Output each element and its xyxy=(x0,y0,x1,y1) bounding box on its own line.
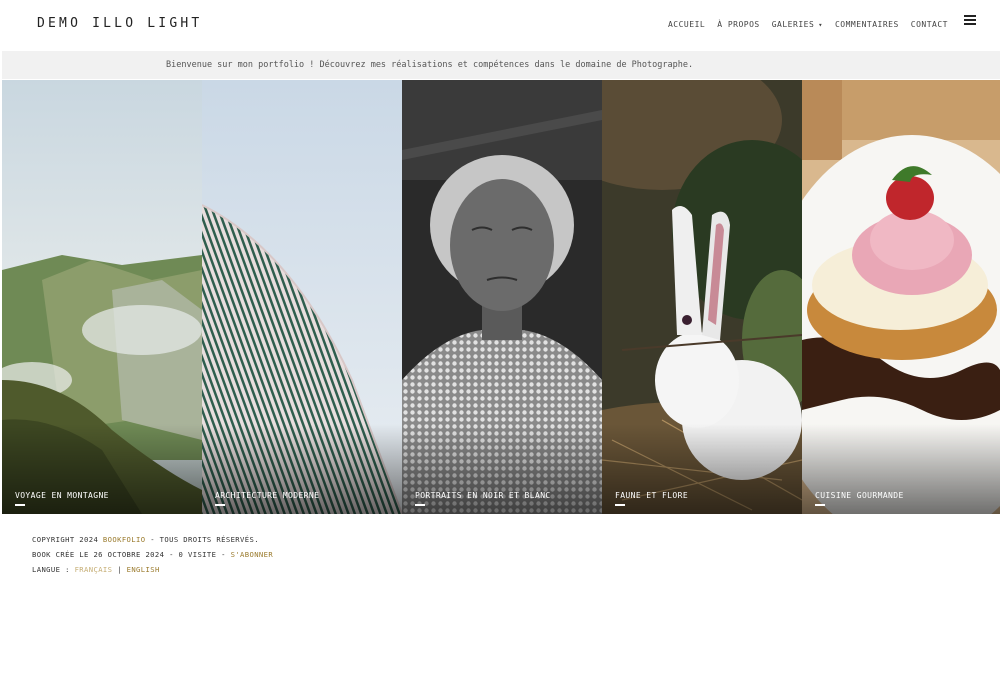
gallery-title: PORTRAITS EN NOIR ET BLANC xyxy=(415,491,551,500)
copyright-prefix: COPYRIGHT 2024 xyxy=(32,535,99,544)
welcome-banner: Bienvenue sur mon portfolio ! Découvrez … xyxy=(2,51,1000,79)
language-french-link[interactable]: FRANÇAIS xyxy=(75,565,113,574)
gallery-title: CUISINE GOURMANDE xyxy=(815,491,904,500)
gallery-panel-mountain[interactable]: VOYAGE EN MONTAGNE xyxy=(2,80,202,514)
nav-about[interactable]: À PROPOS xyxy=(717,20,760,29)
language-english-link[interactable]: ENGLISH xyxy=(127,565,160,574)
gallery-panel-architecture[interactable]: ARCHITECTURE MODERNE xyxy=(202,80,402,514)
gallery-panel-portrait[interactable]: PORTRAITS EN NOIR ET BLANC xyxy=(402,80,602,514)
copyright-line: COPYRIGHT 2024 BOOKFOLIO - TOUS DROITS R… xyxy=(32,532,273,547)
language-line: LANGUE : FRANÇAIS | ENGLISH xyxy=(32,562,273,577)
copyright-suffix: - TOUS DROITS RÉSERVÉS. xyxy=(150,535,259,544)
gallery-title: ARCHITECTURE MODERNE xyxy=(215,491,320,500)
chevron-down-icon: ▾ xyxy=(818,21,823,29)
nav-contact[interactable]: CONTACT xyxy=(911,20,948,29)
bookfolio-link[interactable]: BOOKFOLIO xyxy=(103,535,146,544)
title-underline xyxy=(815,504,825,506)
nav-home[interactable]: ACCUEIL xyxy=(668,20,705,29)
language-label: LANGUE : xyxy=(32,565,70,574)
nav-galleries[interactable]: GALERIES ▾ xyxy=(772,20,823,29)
nav-comments[interactable]: COMMENTAIRES xyxy=(835,20,899,29)
nav-galleries-label: GALERIES xyxy=(771,20,815,29)
hamburger-menu-icon[interactable] xyxy=(964,15,976,25)
created-text: BOOK CRÉE LE 26 OCTOBRE 2024 - 0 VISITE … xyxy=(32,550,226,559)
gallery-title: FAUNE ET FLORE xyxy=(615,491,689,500)
site-logo[interactable]: DEMO ILLO LIGHT xyxy=(37,16,202,31)
subscribe-link[interactable]: S'ABONNER xyxy=(231,550,274,559)
main-nav: ACCUEIL À PROPOS GALERIES ▾ COMMENTAIRES … xyxy=(668,20,948,29)
created-line: BOOK CRÉE LE 26 OCTOBRE 2024 - 0 VISITE … xyxy=(32,547,273,562)
language-separator: | xyxy=(117,565,122,574)
title-underline xyxy=(615,504,625,506)
title-underline xyxy=(415,504,425,506)
gallery-title: VOYAGE EN MONTAGNE xyxy=(15,491,109,500)
gallery-strip: VOYAGE EN MONTAGNE ARCHITECTURE MODERNE xyxy=(2,80,1000,514)
gallery-panel-rabbit[interactable]: FAUNE ET FLORE xyxy=(602,80,802,514)
site-footer: COPYRIGHT 2024 BOOKFOLIO - TOUS DROITS R… xyxy=(32,532,273,577)
title-underline xyxy=(215,504,225,506)
gallery-panel-dessert[interactable]: CUISINE GOURMANDE xyxy=(802,80,1000,514)
site-header: DEMO ILLO LIGHT ACCUEIL À PROPOS GALERIE… xyxy=(0,0,1000,50)
title-underline xyxy=(15,504,25,506)
welcome-text: Bienvenue sur mon portfolio ! Découvrez … xyxy=(166,60,694,70)
